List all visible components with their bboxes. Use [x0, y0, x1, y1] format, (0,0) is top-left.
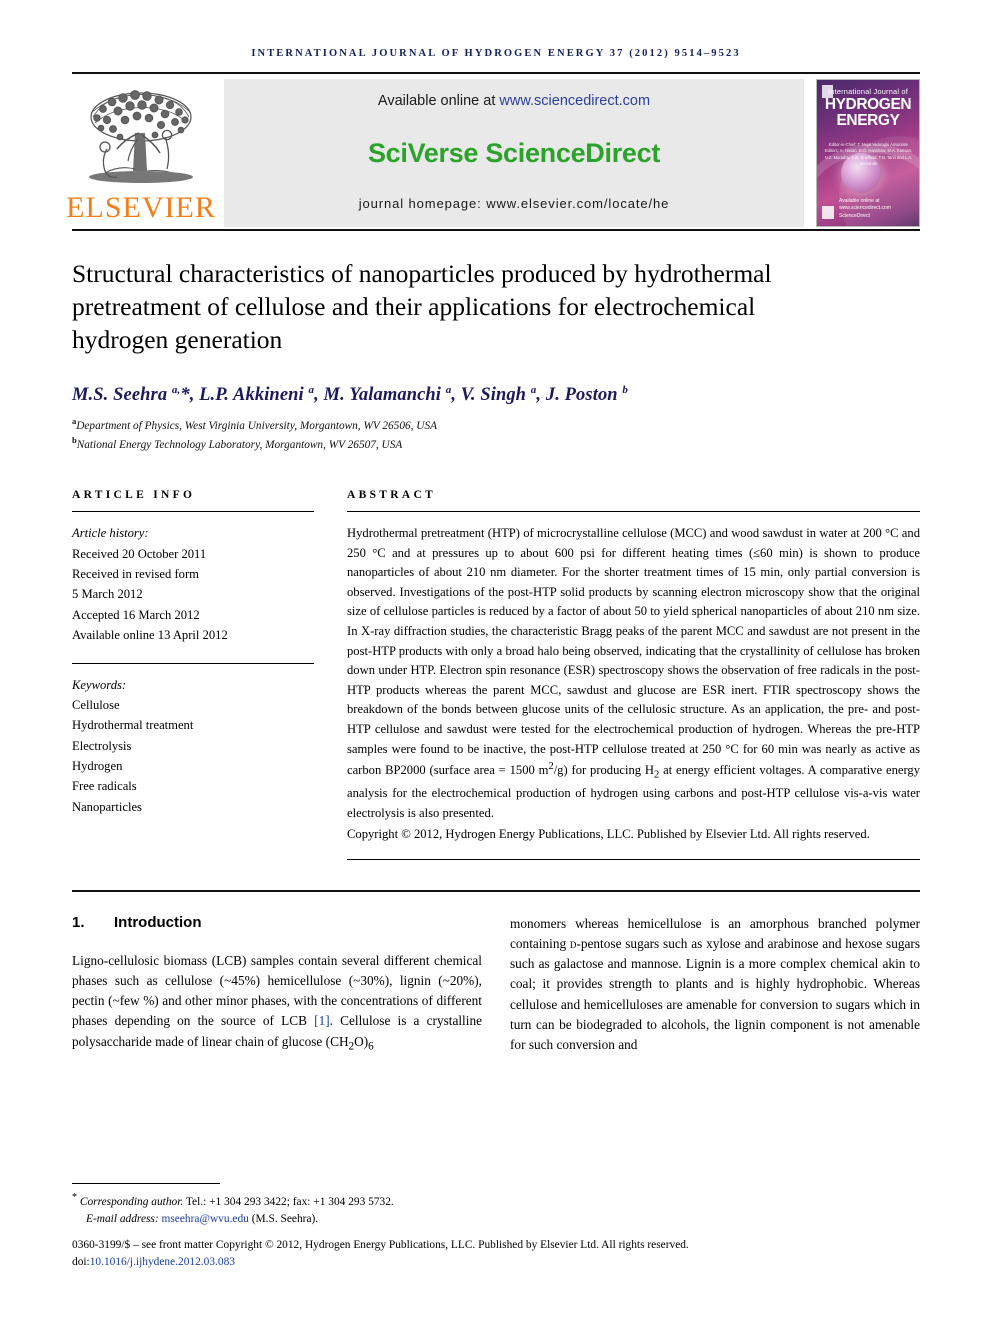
cover-line-2: HYDROGEN	[824, 96, 912, 113]
abstract-copyright: Copyright © 2012, Hydrogen Energy Public…	[347, 827, 870, 842]
sciencedirect-banner: Available online at www.sciencedirect.co…	[224, 79, 804, 227]
elsevier-logo: ELSEVIER	[66, 79, 215, 227]
masthead: ELSEVIER Available online at www.science…	[66, 79, 920, 227]
article-page: International Journal of Hydrogen Energy…	[0, 0, 992, 1323]
rule-top	[72, 72, 920, 74]
article-history: Article history: Received 20 October 201…	[72, 523, 314, 645]
cover-editors: Editor-in-Chief: T. Nejat Veziroglu Asso…	[824, 142, 913, 167]
corresponding-author-contact: Tel.: +1 304 293 3422; fax: +1 304 293 5…	[185, 1195, 394, 1208]
keyword-item: Electrolysis	[72, 738, 132, 753]
elsevier-tree-icon	[89, 90, 193, 183]
doi-prefix: doi:	[72, 1255, 90, 1268]
abstract-text: Hydrothermal pretreatment (HTP) of micro…	[347, 526, 921, 820]
keyword-item: Nanoparticles	[72, 799, 142, 814]
keywords-block: Keywords: Cellulose Hydrothermal treatme…	[72, 675, 314, 818]
article-history-label: Article history:	[72, 526, 149, 541]
footnote-rule	[72, 1182, 220, 1184]
journal-homepage-line[interactable]: journal homepage: www.elsevier.com/locat…	[359, 196, 670, 211]
history-item: Received 20 October 2011	[72, 546, 207, 561]
email-address[interactable]: mseehra@wvu.edu	[162, 1213, 249, 1225]
body-top-rule	[72, 889, 920, 892]
body-columns: 1. Introduction Ligno-cellulosic biomass…	[72, 914, 920, 1055]
history-item: Accepted 16 March 2012	[72, 607, 200, 622]
body-column-right: monomers whereas hemicellulose is an amo…	[510, 914, 920, 1055]
keyword-item: Cellulose	[72, 697, 120, 712]
email-suffix: (M.S. Seehra).	[248, 1212, 319, 1225]
keywords-label: Keywords:	[72, 677, 127, 692]
corresponding-author-note: * Corresponding author. Tel.: +1 304 293…	[72, 1190, 920, 1211]
cover-title-block: International Journal of HYDROGEN ENERGY	[817, 87, 919, 130]
introduction-left-text: Ligno-cellulosic biomass (LCB) samples c…	[72, 952, 482, 1053]
keyword-item: Hydrothermal treatment	[72, 718, 194, 733]
article-title: Structural characteristics of nanopartic…	[72, 259, 772, 355]
affiliation-b: bNational Energy Technology Laboratory, …	[72, 434, 920, 453]
article-info-rule	[72, 511, 314, 513]
keyword-item: Free radicals	[72, 779, 137, 794]
section-title: Introduction	[114, 913, 202, 931]
affiliation-a: aDepartment of Physics, West Virginia Un…	[72, 415, 920, 434]
email-note: E-mail address: mseehra@wvu.edu (M.S. Se…	[72, 1211, 920, 1228]
history-item: Available online 13 April 2012	[72, 628, 228, 643]
affiliation-text-b: National Energy Technology Laboratory, M…	[76, 439, 403, 452]
abstract-bottom-rule	[347, 858, 920, 860]
history-item: Received in revised form	[72, 566, 199, 581]
footnote-star-icon: *	[72, 1191, 77, 1203]
running-head: International Journal of Hydrogen Energy…	[251, 48, 741, 59]
introduction-heading: 1. Introduction	[72, 914, 482, 931]
article-info-column: ARTICLE INFO Article history: Received 2…	[72, 489, 314, 860]
keyword-item: Hydrogen	[72, 759, 123, 774]
cover-badge-bottom-icon	[822, 206, 834, 219]
available-online-line: Available online at www.sciencedirect.co…	[378, 93, 650, 109]
cover-line-1: International Journal of	[828, 87, 908, 96]
history-item: 5 March 2012	[72, 587, 143, 602]
author-list: M.S. Seehra a,*, L.P. Akkineni a, M. Yal…	[72, 384, 629, 406]
abstract-column: ABSTRACT Hydrothermal pretreatment (HTP)…	[347, 489, 920, 860]
article-info-label: ARTICLE INFO	[72, 489, 196, 502]
keywords-rule	[72, 662, 314, 664]
body-column-left: 1. Introduction Ligno-cellulosic biomass…	[72, 914, 482, 1055]
issn-copyright-block: 0360-3199/$ – see front matter Copyright…	[72, 1237, 920, 1271]
footnotes-region: * Corresponding author. Tel.: +1 304 293…	[72, 1182, 920, 1271]
elsevier-wordmark: ELSEVIER	[66, 191, 216, 224]
cover-line-3: ENERGY	[836, 112, 900, 130]
rule-under-masthead	[72, 229, 920, 231]
email-label: E-mail address:	[86, 1212, 162, 1225]
doi-line: doi:10.1016/j.ijhydene.2012.03.083	[72, 1254, 920, 1271]
issn-line: 0360-3199/$ – see front matter Copyright…	[72, 1238, 689, 1251]
available-online-prefix: Available online at	[377, 93, 500, 109]
sciencedirect-url[interactable]: www.sciencedirect.com	[499, 93, 650, 109]
affiliation-text-a: Department of Physics, West Virginia Uni…	[76, 419, 437, 432]
corresponding-author-label: Corresponding author.	[79, 1195, 184, 1208]
section-number: 1.	[72, 913, 85, 931]
abstract-label: ABSTRACT	[347, 489, 437, 502]
doi-value[interactable]: 10.1016/j.ijhydene.2012.03.083	[90, 1256, 235, 1268]
info-abstract-region: ARTICLE INFO Article history: Received 2…	[72, 489, 920, 860]
cover-sciencedirect-badge: Available online at www.sciencedirect.co…	[839, 197, 891, 219]
sciverse-sciencedirect-logo: SciVerse ScienceDirect	[367, 138, 661, 168]
introduction-right-text: monomers whereas hemicellulose is an amo…	[510, 915, 920, 1053]
abstract-rule	[347, 511, 920, 513]
journal-cover-image: International Journal of HYDROGEN ENERGY…	[816, 79, 920, 227]
